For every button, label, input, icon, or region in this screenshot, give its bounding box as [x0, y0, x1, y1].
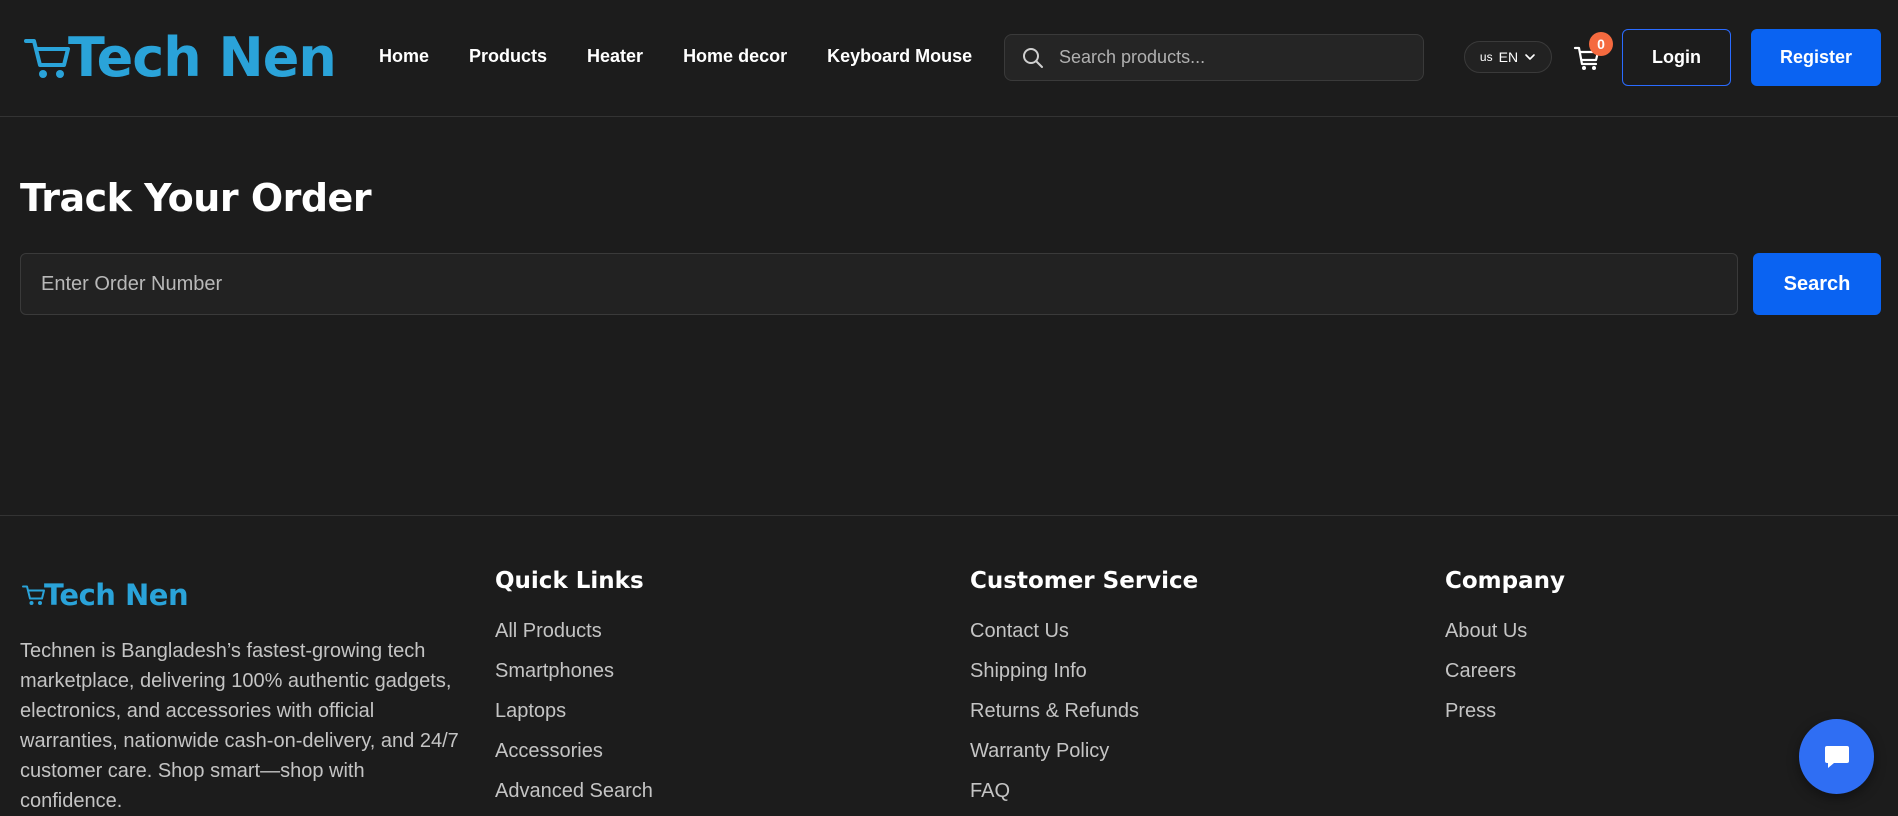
footer-logo-text: Tech Nen	[44, 578, 189, 612]
footer-link-smartphones[interactable]: Smartphones	[495, 651, 653, 691]
footer-quick-links: Quick Links All Products Smartphones Lap…	[495, 568, 653, 811]
nav-home[interactable]: Home	[379, 46, 429, 67]
cart-logo-icon	[24, 38, 70, 78]
language-code: EN	[1498, 49, 1519, 65]
footer-link-contact-us[interactable]: Contact Us	[970, 611, 1198, 651]
footer-link-returns-refunds[interactable]: Returns & Refunds	[970, 691, 1198, 731]
cart-count-badge: 0	[1589, 32, 1613, 56]
main-nav: Home Products Heater Home decor Keyboard…	[379, 46, 1012, 67]
footer-company: Company About Us Careers Press	[1445, 568, 1565, 731]
chat-icon	[1824, 745, 1849, 768]
logo-text: Tech Nen	[68, 25, 337, 89]
nav-home-decor[interactable]: Home decor	[683, 46, 787, 67]
search-icon	[1023, 47, 1043, 68]
flag-label: us	[1479, 50, 1493, 64]
footer-column-title: Company	[1445, 568, 1565, 594]
footer-link-careers[interactable]: Careers	[1445, 651, 1565, 691]
footer-link-press[interactable]: Press	[1445, 691, 1565, 731]
page-title: Track Your Order	[20, 176, 372, 220]
footer-link-laptops[interactable]: Laptops	[495, 691, 653, 731]
footer-link-faq[interactable]: FAQ	[970, 771, 1198, 811]
site-footer: Tech Nen Technen is Bangladesh’s fastest…	[0, 515, 1898, 816]
nav-heater[interactable]: Heater	[587, 46, 643, 67]
footer-link-advanced-search[interactable]: Advanced Search	[495, 771, 653, 811]
login-button[interactable]: Login	[1622, 29, 1731, 86]
chat-button[interactable]	[1799, 719, 1874, 794]
footer-logo[interactable]: Tech Nen	[22, 578, 189, 612]
footer-link-shipping-info[interactable]: Shipping Info	[970, 651, 1198, 691]
footer-link-about-us[interactable]: About Us	[1445, 611, 1565, 651]
footer-column-title: Quick Links	[495, 568, 644, 594]
cart-logo-icon	[22, 585, 45, 605]
footer-link-warranty-policy[interactable]: Warranty Policy	[970, 731, 1198, 771]
site-header: Tech Nen Home Products Heater Home decor…	[0, 0, 1898, 117]
site-logo[interactable]: Tech Nen	[24, 25, 337, 89]
search-input[interactable]	[1059, 47, 1399, 68]
order-number-input[interactable]	[20, 253, 1738, 315]
nav-keyboard-mouse[interactable]: Keyboard Mouse	[827, 46, 972, 67]
footer-customer-service: Customer Service Contact Us Shipping Inf…	[970, 568, 1198, 811]
footer-description: Technen is Bangladesh’s fastest-growing …	[20, 640, 459, 812]
track-search-button[interactable]: Search	[1753, 253, 1881, 315]
footer-link-all-products[interactable]: All Products	[495, 611, 653, 651]
register-button[interactable]: Register	[1751, 29, 1881, 86]
language-selector[interactable]: us EN	[1464, 41, 1552, 73]
chevron-down-icon	[1525, 54, 1535, 60]
footer-column-title: Customer Service	[970, 568, 1199, 594]
nav-products[interactable]: Products	[469, 46, 547, 67]
footer-link-accessories[interactable]: Accessories	[495, 731, 653, 771]
search-box	[1004, 34, 1424, 81]
